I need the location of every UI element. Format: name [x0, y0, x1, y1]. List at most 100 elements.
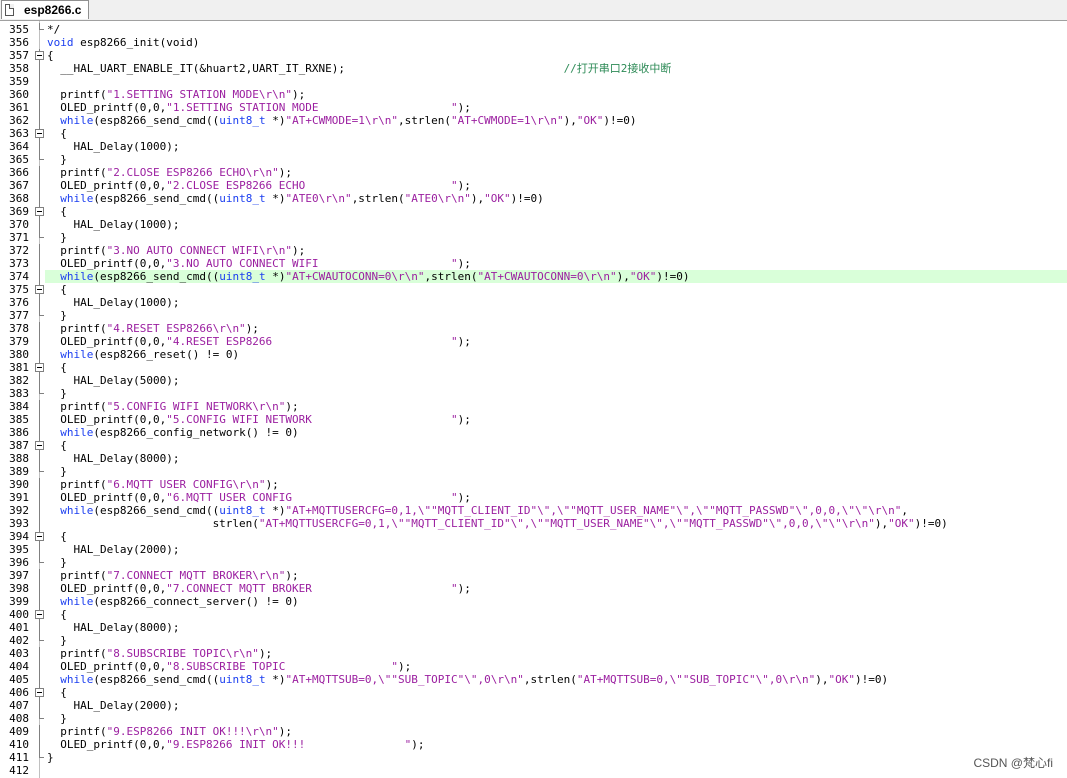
fold-guide — [35, 192, 45, 205]
code-line[interactable]: 384 printf("5.CONFIG WIFI NETWORK\r\n"); — [0, 400, 1067, 413]
code-line[interactable]: 406 { — [0, 686, 1067, 699]
code-text: OLED_printf(0,0,"4.RESET ESP8266 "); — [47, 335, 471, 348]
code-line[interactable]: 383 } — [0, 387, 1067, 400]
code-line[interactable]: 378 printf("4.RESET ESP8266\r\n"); — [0, 322, 1067, 335]
code-line[interactable]: 394 { — [0, 530, 1067, 543]
fold-toggle-icon[interactable] — [35, 686, 45, 699]
code-line[interactable]: 380 while(esp8266_reset() != 0) — [0, 348, 1067, 361]
line-number: 395 — [9, 543, 29, 556]
code-token: ), — [815, 673, 829, 686]
code-line[interactable]: 389 } — [0, 465, 1067, 478]
code-line[interactable]: 366 printf("2.CLOSE ESP8266 ECHO\r\n"); — [0, 166, 1067, 179]
fold-toggle-icon[interactable] — [35, 127, 45, 140]
code-line[interactable]: 371 } — [0, 231, 1067, 244]
code-line[interactable]: 356 void esp8266_init(void) — [0, 36, 1067, 49]
code-line[interactable]: 388 HAL_Delay(8000); — [0, 452, 1067, 465]
code-text: } — [47, 751, 54, 764]
code-line[interactable]: 382 HAL_Delay(5000); — [0, 374, 1067, 387]
code-line[interactable]: 358 __HAL_UART_ENABLE_IT(&huart2,UART_IT… — [0, 62, 1067, 75]
code-line[interactable]: 370 HAL_Delay(1000); — [0, 218, 1067, 231]
code-line[interactable]: 355 */ — [0, 23, 1067, 36]
code-line[interactable]: 396 } — [0, 556, 1067, 569]
string-token: "ATE0\r\n" — [404, 192, 471, 205]
code-line[interactable]: 400 { — [0, 608, 1067, 621]
fold-guide — [35, 322, 45, 335]
code-token: printf( — [47, 322, 107, 335]
code-line[interactable]: 372 printf("3.NO AUTO CONNECT WIFI\r\n")… — [0, 244, 1067, 257]
fold-guide — [35, 647, 45, 660]
code-line[interactable]: 379 OLED_printf(0,0,"4.RESET ESP8266 "); — [0, 335, 1067, 348]
code-line[interactable]: 361 OLED_printf(0,0,"1.SETTING STATION M… — [0, 101, 1067, 114]
code-line[interactable]: 365 } — [0, 153, 1067, 166]
code-line[interactable]: 374 while(esp8266_send_cmd((uint8_t *)"A… — [0, 270, 1067, 283]
string-token: "OK" — [629, 270, 657, 283]
file-tab[interactable]: esp8266.c — [1, 0, 89, 19]
code-line[interactable]: 367 OLED_printf(0,0,"2.CLOSE ESP8266 ECH… — [0, 179, 1067, 192]
code-token: HAL_Delay(8000); — [47, 621, 180, 634]
code-line[interactable]: 409 printf("9.ESP8266 INIT OK!!!\r\n"); — [0, 725, 1067, 738]
fold-toggle-icon[interactable] — [35, 530, 45, 543]
code-line[interactable]: 411} — [0, 751, 1067, 764]
code-text: HAL_Delay(1000); — [47, 296, 179, 309]
code-line[interactable]: 377 } — [0, 309, 1067, 322]
code-line[interactable]: 390 printf("6.MQTT USER CONFIG\r\n"); — [0, 478, 1067, 491]
code-line[interactable]: 362 while(esp8266_send_cmd((uint8_t *)"A… — [0, 114, 1067, 127]
code-line[interactable]: 412 — [0, 764, 1067, 777]
code-line[interactable]: 402 } — [0, 634, 1067, 647]
code-editor[interactable]: 355 */ 356 void esp8266_init(void) 357 {358 _… — [0, 21, 1067, 778]
code-line[interactable]: 368 while(esp8266_send_cmd((uint8_t *)"A… — [0, 192, 1067, 205]
code-line[interactable]: 357 { — [0, 49, 1067, 62]
code-line[interactable]: 387 { — [0, 439, 1067, 452]
code-token: { — [47, 205, 67, 218]
code-line[interactable]: 407 HAL_Delay(2000); — [0, 699, 1067, 712]
line-number: 376 — [9, 296, 29, 309]
code-text: { — [47, 205, 67, 218]
code-token: ); — [457, 582, 471, 595]
code-token: HAL_Delay(8000); — [47, 452, 180, 465]
code-line[interactable]: 386 while(esp8266_config_network() != 0) — [0, 426, 1067, 439]
code-token: { — [47, 439, 67, 452]
code-line[interactable]: 375 { — [0, 283, 1067, 296]
fold-toggle-icon[interactable] — [35, 49, 45, 62]
code-line[interactable]: 410 OLED_printf(0,0,"9.ESP8266 INIT OK!!… — [0, 738, 1067, 751]
fold-toggle-icon[interactable] — [35, 361, 45, 374]
fold-toggle-icon[interactable] — [35, 205, 45, 218]
code-line[interactable]: 393 strlen("AT+MQTTUSERCFG=0,1,\""MQTT_C… — [0, 517, 1067, 530]
code-line[interactable]: 399 while(esp8266_connect_server() != 0) — [0, 595, 1067, 608]
fold-end-icon — [35, 465, 45, 478]
code-text: } — [47, 465, 67, 478]
code-line[interactable]: 397 printf("7.CONNECT MQTT BROKER\r\n"); — [0, 569, 1067, 582]
fold-toggle-icon[interactable] — [35, 608, 45, 621]
code-line[interactable]: 405 while(esp8266_send_cmd((uint8_t *)"A… — [0, 673, 1067, 686]
code-line[interactable]: 376 HAL_Delay(1000); — [0, 296, 1067, 309]
code-line[interactable]: 381 { — [0, 361, 1067, 374]
line-number: 368 — [9, 192, 29, 205]
code-text: while(esp8266_send_cmd((uint8_t *)"ATE0\… — [47, 192, 544, 205]
fold-guide — [35, 374, 45, 387]
code-line[interactable]: 403 printf("8.SUBSCRIBE TOPIC\r\n"); — [0, 647, 1067, 660]
code-line[interactable]: 369 { — [0, 205, 1067, 218]
code-line[interactable]: 363 { — [0, 127, 1067, 140]
line-number: 409 — [9, 725, 29, 738]
code-line[interactable]: 391 OLED_printf(0,0,"6.MQTT USER CONFIG … — [0, 491, 1067, 504]
code-line[interactable]: 364 HAL_Delay(1000); — [0, 140, 1067, 153]
string-token: "5.CONFIG WIFI NETWORK " — [166, 413, 458, 426]
fold-toggle-icon[interactable] — [35, 283, 45, 296]
fold-guide — [35, 62, 45, 75]
fold-guide — [35, 75, 45, 88]
code-line[interactable]: 395 HAL_Delay(2000); — [0, 543, 1067, 556]
fold-toggle-icon[interactable] — [35, 439, 45, 452]
code-line[interactable]: 359 — [0, 75, 1067, 88]
line-number: 385 — [9, 413, 29, 426]
code-line[interactable]: 398 OLED_printf(0,0,"7.CONNECT MQTT BROK… — [0, 582, 1067, 595]
code-line[interactable]: 408 } — [0, 712, 1067, 725]
line-number: 381 — [9, 361, 29, 374]
code-line[interactable]: 392 while(esp8266_send_cmd((uint8_t *)"A… — [0, 504, 1067, 517]
code-line[interactable]: 404 OLED_printf(0,0,"8.SUBSCRIBE TOPIC "… — [0, 660, 1067, 673]
code-line[interactable]: 385 OLED_printf(0,0,"5.CONFIG WIFI NETWO… — [0, 413, 1067, 426]
code-line[interactable]: 401 HAL_Delay(8000); — [0, 621, 1067, 634]
code-line[interactable]: 373 OLED_printf(0,0,"3.NO AUTO CONNECT W… — [0, 257, 1067, 270]
code-line[interactable]: 360 printf("1.SETTING STATION MODE\r\n")… — [0, 88, 1067, 101]
